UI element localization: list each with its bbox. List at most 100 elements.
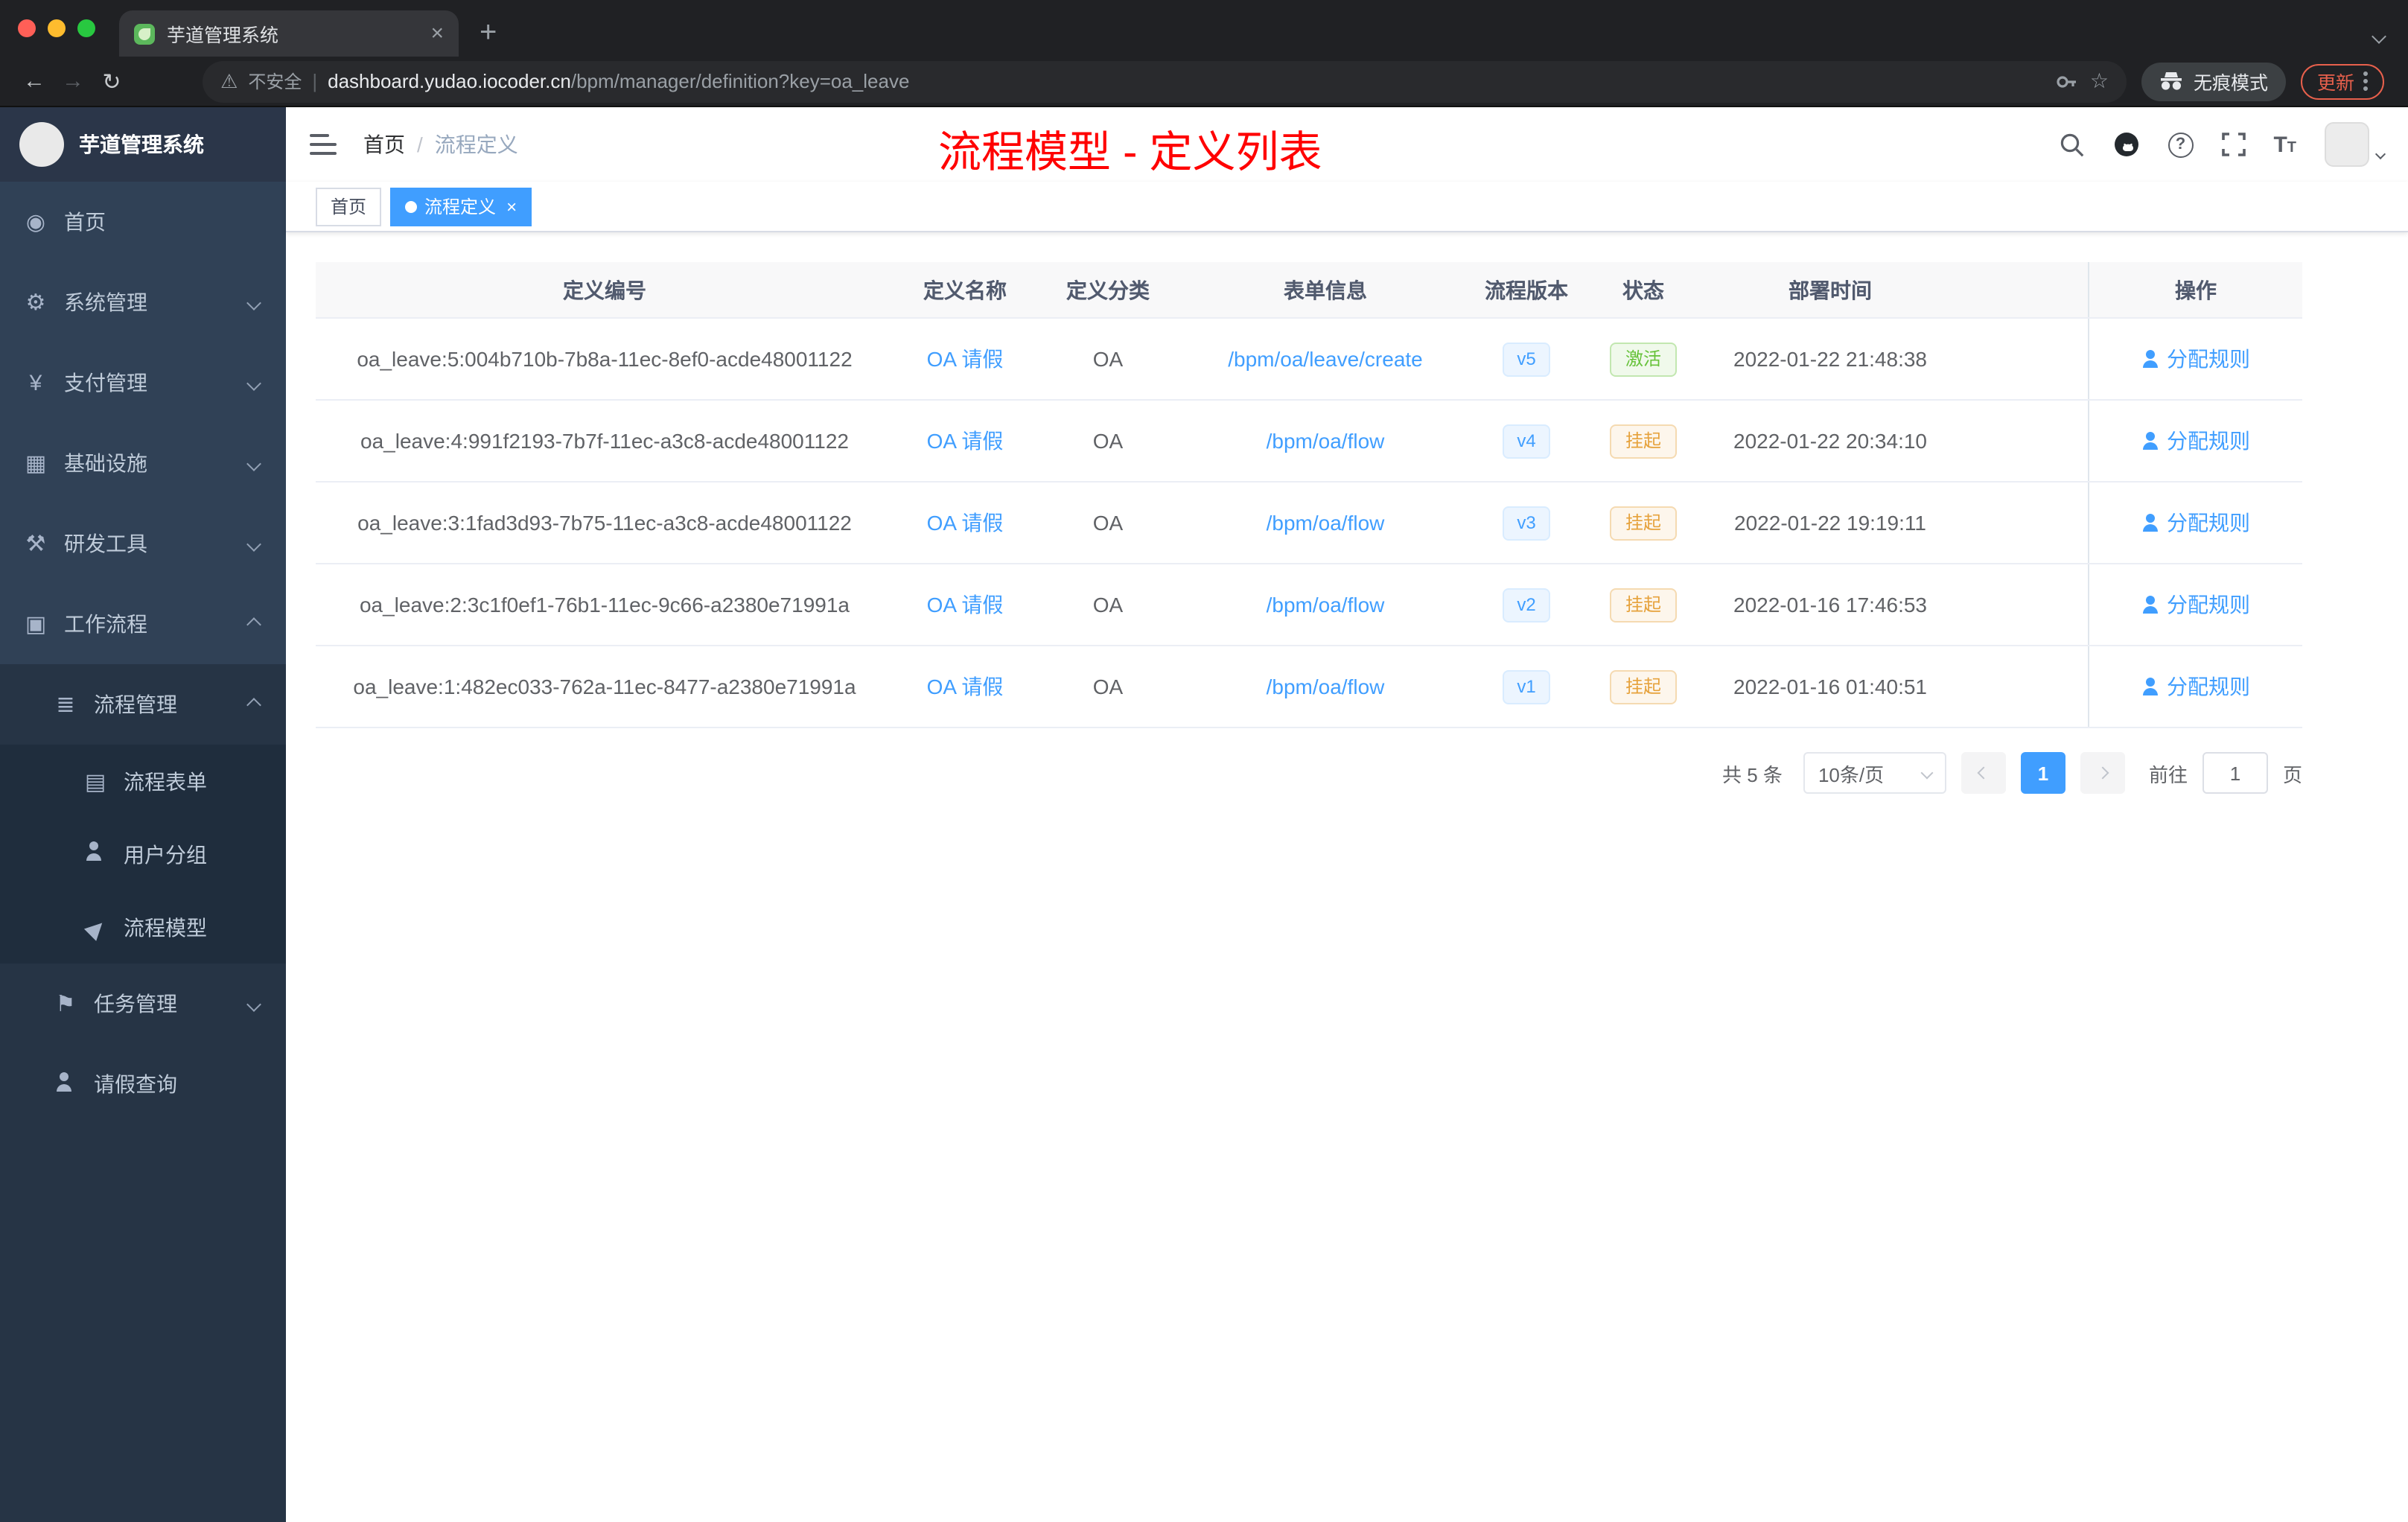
definition-name-link[interactable]: OA 请假	[927, 429, 1004, 453]
cell-category: OA	[1092, 593, 1124, 617]
current-page-button[interactable]: 1	[2020, 752, 2065, 794]
zoom-window-button[interactable]	[77, 19, 95, 37]
sidebar-item-infrastructure[interactable]: ▦ 基础设施	[0, 423, 286, 503]
cell-version: v2	[1471, 588, 1582, 622]
form-link[interactable]: /bpm/oa/flow	[1267, 675, 1385, 698]
chevron-right-icon	[2096, 766, 2109, 780]
cell-definition-name: OA 请假	[894, 344, 1036, 374]
breadcrumb-home[interactable]: 首页	[363, 130, 405, 159]
help-icon[interactable]: ?	[2167, 132, 2194, 157]
tag-process-definition[interactable]: 流程定义 ×	[390, 187, 532, 226]
url-text[interactable]: dashboard.yudao.iocoder.cn/bpm/manager/d…	[328, 70, 2045, 92]
briefcase-icon: ▣	[25, 612, 47, 637]
browser-tabstrip: 芋道管理系统 × +	[0, 0, 2408, 57]
back-button[interactable]: ←	[15, 62, 54, 101]
active-dot	[405, 200, 418, 212]
security-label[interactable]: 不安全	[248, 69, 302, 94]
fullscreen-icon[interactable]	[2221, 133, 2246, 156]
forward-button[interactable]: →	[54, 62, 92, 101]
sidebar-item-payment-management[interactable]: ¥ 支付管理	[0, 343, 286, 423]
sidebar-item-user-group[interactable]: 用户分组	[0, 818, 286, 891]
search-icon[interactable]	[2059, 132, 2084, 157]
password-key-icon[interactable]	[2056, 69, 2080, 93]
chevron-down-icon	[246, 295, 261, 310]
cell-deploy-time: 2022-01-16 17:46:53	[1733, 593, 1927, 617]
sidebar-item-leave-query[interactable]: 请假查询	[0, 1044, 286, 1124]
sidebar: 芋道管理系统 ◉ 首页 ⚙ 系统管理 ¥ 支付管理 ▦ 基础设施 ⚒ 研发工具 …	[0, 107, 286, 1522]
person-icon	[54, 1072, 77, 1097]
col-status: 状态	[1622, 278, 1664, 302]
sidebar-item-system-management[interactable]: ⚙ 系统管理	[0, 262, 286, 343]
close-window-button[interactable]	[18, 19, 36, 37]
assign-rule-link[interactable]: 分配规则	[2141, 344, 2250, 374]
cell-definition-name: OA 请假	[894, 426, 1036, 456]
address-bar[interactable]: ⚠ 不安全 | dashboard.yudao.iocoder.cn/bpm/m…	[203, 60, 2127, 102]
avatar[interactable]	[2325, 122, 2369, 167]
user-avatar-menu[interactable]	[2325, 122, 2386, 167]
tag-close-icon[interactable]: ×	[506, 196, 517, 217]
prev-page-button[interactable]	[1961, 752, 2006, 794]
assign-rule-link[interactable]: 分配规则	[2141, 508, 2250, 538]
cell-form-info: /bpm/oa/flow	[1179, 593, 1471, 617]
cell-actions: 分配规则	[2088, 564, 2302, 645]
form-link[interactable]: /bpm/oa/flow	[1267, 429, 1385, 453]
sidebar-item-process-form[interactable]: ▤ 流程表单	[0, 745, 286, 818]
security-warning-icon[interactable]: ⚠	[220, 69, 238, 93]
new-tab-button[interactable]: +	[480, 18, 497, 48]
definition-table: 定义编号 定义名称 定义分类 表单信息 流程版本 状态 部署时间 操作 oa_l…	[316, 262, 2302, 728]
sidebar-item-home[interactable]: ◉ 首页	[0, 182, 286, 262]
tags-view-bar: 首页 流程定义 ×	[286, 182, 2408, 232]
sidebar-item-label: 流程管理	[94, 692, 177, 716]
chevron-down-icon	[246, 996, 261, 1011]
cell-deploy-time: 2022-01-22 19:19:11	[1734, 511, 1926, 535]
sidebar-item-process-management[interactable]: ≣ 流程管理	[0, 664, 286, 745]
minimize-window-button[interactable]	[48, 19, 66, 37]
table-row: oa_leave:4:991f2193-7b7f-11ec-a3c8-acde4…	[316, 401, 2302, 483]
form-link[interactable]: /bpm/oa/flow	[1267, 593, 1385, 617]
browser-tab[interactable]: 芋道管理系统 ×	[119, 10, 459, 57]
font-size-icon[interactable]: TT	[2273, 132, 2296, 157]
sidebar-item-label: 流程表单	[124, 769, 207, 793]
definition-name-link[interactable]: OA 请假	[927, 347, 1004, 371]
page-size-select[interactable]: 10条/页	[1803, 752, 1946, 794]
reload-button[interactable]: ↻	[92, 62, 131, 101]
table-header-row: 定义编号 定义名称 定义分类 表单信息 流程版本 状态 部署时间 操作	[316, 262, 2302, 319]
definition-name-link[interactable]: OA 请假	[927, 511, 1004, 535]
github-icon[interactable]	[2112, 131, 2139, 158]
sidebar-item-dev-tools[interactable]: ⚒ 研发工具	[0, 503, 286, 584]
browser-menu-icon[interactable]	[2363, 69, 2368, 94]
bookmark-star-icon[interactable]: ☆	[2090, 69, 2109, 94]
grid-icon: ▦	[25, 451, 47, 477]
tab-close-icon[interactable]: ×	[430, 22, 444, 45]
assign-rule-link[interactable]: 分配规则	[2141, 426, 2250, 456]
sidebar-item-workflow[interactable]: ▣ 工作流程	[0, 584, 286, 664]
status-badge: 挂起	[1610, 669, 1676, 704]
cell-definition-name: OA 请假	[894, 508, 1036, 538]
next-page-button[interactable]	[2080, 752, 2125, 794]
sidebar-toggle-icon[interactable]	[310, 134, 337, 155]
assign-rule-link[interactable]: 分配规则	[2141, 672, 2250, 701]
tab-search-icon[interactable]	[2372, 22, 2386, 49]
chevron-left-icon	[1977, 766, 1990, 780]
url-domain: dashboard.yudao.iocoder.cn	[328, 70, 571, 92]
sidebar-item-label: 用户分组	[124, 842, 207, 866]
definition-name-link[interactable]: OA 请假	[927, 675, 1004, 698]
definition-name-link[interactable]: OA 请假	[927, 593, 1004, 617]
cell-form-info: /bpm/oa/leave/create	[1179, 347, 1471, 371]
form-link[interactable]: /bpm/oa/leave/create	[1228, 347, 1423, 371]
form-link[interactable]: /bpm/oa/flow	[1267, 511, 1385, 535]
goto-label: 前往	[2148, 763, 2188, 786]
assign-rule-link[interactable]: 分配规则	[2141, 590, 2250, 620]
tag-home[interactable]: 首页	[316, 187, 382, 226]
cell-version: v3	[1471, 506, 1582, 540]
cell-form-info: /bpm/oa/flow	[1179, 429, 1471, 453]
col-category: 定义分类	[1066, 278, 1150, 302]
yen-icon: ¥	[29, 370, 42, 395]
update-button[interactable]: 更新	[2300, 63, 2384, 99]
breadcrumb: 首页 / 流程定义	[363, 130, 518, 159]
cell-definition-name: OA 请假	[894, 590, 1036, 620]
app-logo: 芋道管理系统	[0, 107, 286, 182]
sidebar-item-process-model[interactable]: ▶ 流程模型	[0, 891, 286, 964]
goto-page-input[interactable]	[2202, 752, 2268, 794]
sidebar-item-task-management[interactable]: ⚑ 任务管理	[0, 964, 286, 1044]
